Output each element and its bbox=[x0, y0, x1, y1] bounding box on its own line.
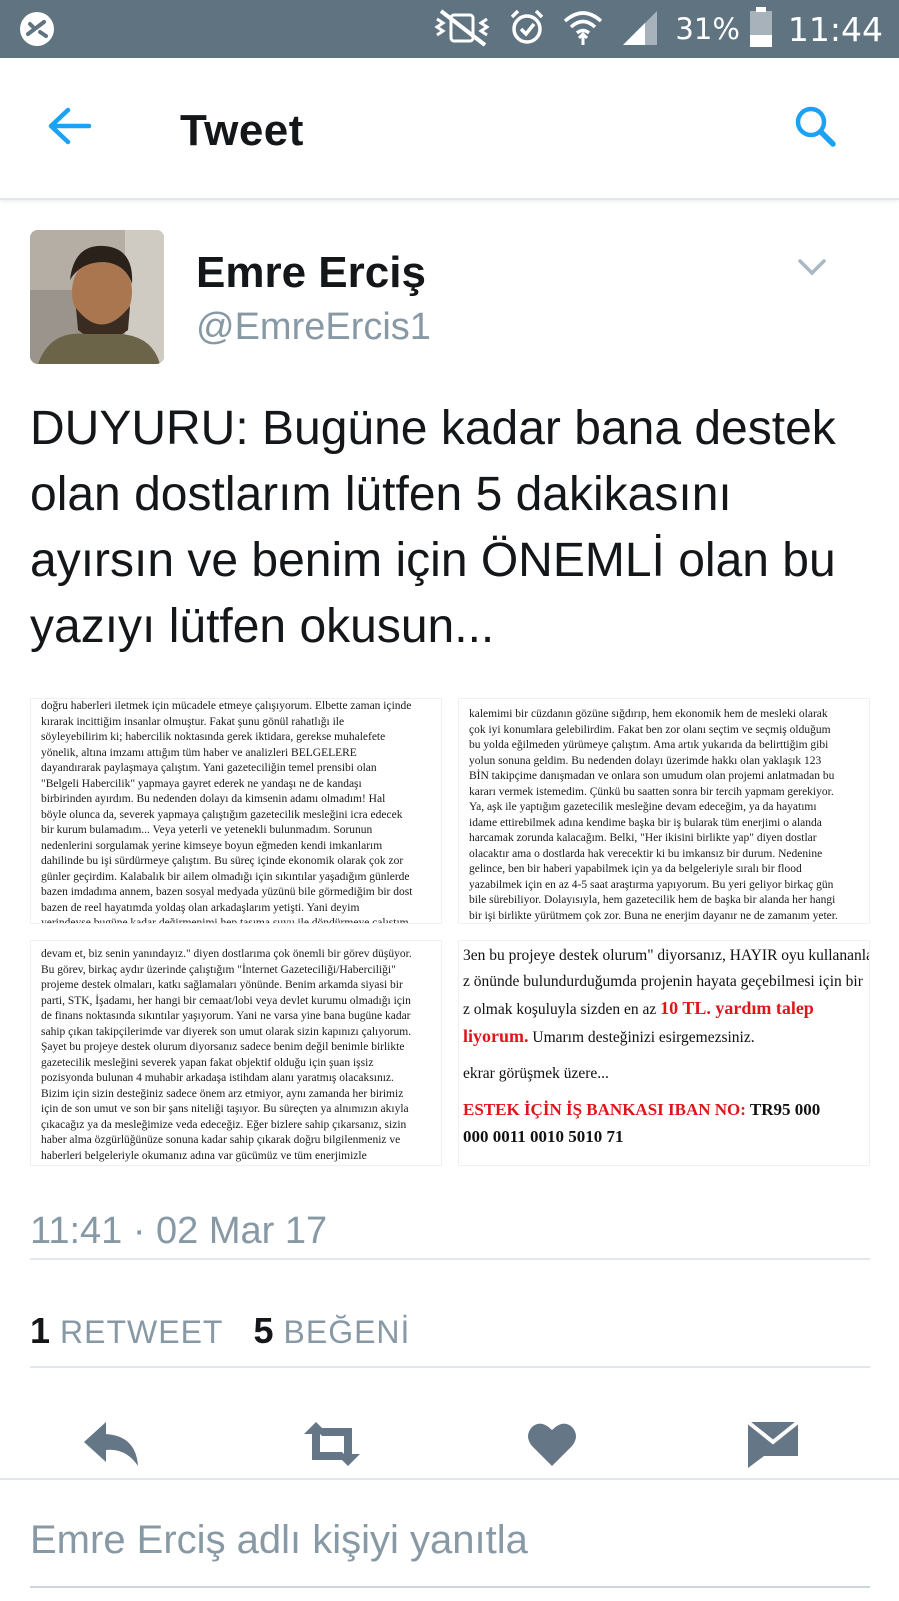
chevron-down-icon[interactable] bbox=[797, 258, 827, 281]
image-text-line: idame ettirebilmek adına kendime başka b… bbox=[469, 816, 822, 829]
vibrate-mute-icon bbox=[433, 7, 493, 52]
image-text-line: yolun sonuna geldim. Bu nedenden dolayı … bbox=[469, 754, 822, 767]
image-text-line: böyle olunca da, severek yapmaya çalıştı… bbox=[41, 808, 403, 821]
image-text-line: 3en bu projeye destek olurum" diyorsanız… bbox=[463, 947, 870, 964]
image-text-line: çok iyi konumlara gelebilirdim. Fakat be… bbox=[469, 723, 831, 736]
image-text-line: harcamak zorunda kalacağım. Belki, "Her … bbox=[469, 832, 817, 844]
image-text-line: sahip çıkan takipçilerimde var diyerek s… bbox=[41, 1025, 412, 1038]
reply-input-underline bbox=[30, 1586, 870, 1588]
image-text-line: devam et, biz senin yanındayız." diyen d… bbox=[41, 948, 412, 960]
page-title: Tweet bbox=[180, 106, 304, 155]
image-text-line: yönelik, altına imzamı attığım tüm haber… bbox=[41, 746, 357, 759]
image-text-fragment: Umarım desteğinizi esirgemezsiniz. bbox=[528, 1029, 755, 1046]
image-text-line: z önünde bulundurduğumda projenin hayata… bbox=[463, 973, 863, 990]
tweet-text: DUYURU: Bugüne kadar bana destek olan do… bbox=[30, 402, 836, 653]
author-name[interactable]: Emre Erciş bbox=[196, 248, 426, 298]
author-handle[interactable]: @EmreErcis1 bbox=[196, 306, 431, 349]
search-icon[interactable] bbox=[793, 104, 837, 153]
image-text-line: yerindeyse bugüne kadar değirmenimi hep … bbox=[41, 917, 412, 924]
heart-icon[interactable] bbox=[526, 1420, 578, 1473]
image-text-line: Bu görev, birkaç aydır üzerinde çalıştığ… bbox=[41, 963, 396, 976]
image-text-line: z olmak koşuluyla sizden en az 10 TL. ya… bbox=[459, 995, 869, 1023]
retweet-count: 1 bbox=[30, 1310, 51, 1351]
image-text-line: 000 0011 0010 5010 71 bbox=[463, 1127, 624, 1146]
like-label: BEĞENİ bbox=[283, 1314, 411, 1350]
image-text-line: için de son umut ve son bir şans niteliğ… bbox=[41, 1103, 409, 1115]
image-text-line: bir kurum bulamadım... Veya yeterli ve y… bbox=[41, 824, 373, 836]
reply-bar: Emre Erciş adlı kişiyi yanıtla bbox=[0, 1478, 899, 1601]
image-text-line: dahilinde bu işi sürdürmeye çalıştım. Bu… bbox=[41, 855, 404, 867]
image-text-highlight: ESTEK İÇİN İŞ BANKASI IBAN NO: bbox=[463, 1100, 746, 1119]
media-grid: doğru haberleri iletmek için mücadele et… bbox=[30, 698, 870, 1166]
tweet-image-2[interactable]: kalemimi bir cüzdanın gözüne sığdırıp, h… bbox=[458, 698, 870, 924]
reply-input[interactable]: Emre Erciş adlı kişiyi yanıtla bbox=[30, 1518, 528, 1563]
battery-icon bbox=[748, 6, 774, 53]
image-text-line: gazetecilik mesleğini severek yapan faka… bbox=[41, 1056, 374, 1069]
avatar[interactable] bbox=[30, 230, 164, 364]
tweet-timestamp: 11:41 · 02 Mar 17 bbox=[30, 1210, 328, 1252]
image-text-line: çıkacağız ya da mesleğimize veda edeceği… bbox=[41, 1118, 407, 1131]
image-text-line: BİN takipçime danışmadan ve onlara son u… bbox=[469, 770, 835, 782]
image-text-line: olacaktır ama o dostlarda hak verecektir… bbox=[469, 847, 823, 860]
notification-icon bbox=[18, 10, 56, 53]
status-bar: 31% 11:44 bbox=[0, 0, 899, 58]
image-text-line: liyorum. Umarım desteğinizi esirgemezsin… bbox=[459, 1023, 869, 1051]
back-arrow-icon[interactable] bbox=[46, 106, 92, 151]
image-text-line: bir işi birlikte yürütmem çok zor. Buna … bbox=[469, 909, 838, 922]
image-text-line: ekrar görüşmek üzere... bbox=[463, 1065, 609, 1082]
divider bbox=[30, 1366, 870, 1368]
engagement-stats: 1 RETWEET 5 BEĞENİ bbox=[30, 1310, 410, 1352]
message-icon[interactable] bbox=[746, 1420, 800, 1473]
image-text-line: Bizim için sizin desteğiniz sadece önem … bbox=[41, 1087, 404, 1100]
image-text-line: haber alma özgürlüğünüze sonuna kadar sa… bbox=[41, 1134, 401, 1146]
divider bbox=[30, 1258, 870, 1260]
image-text-line: bazen de reel hayatımda yoldaş olan arka… bbox=[41, 901, 360, 914]
image-text-line: günler geçirdim. Kalabalık bir ailem olm… bbox=[41, 870, 410, 883]
app-bar: Tweet bbox=[0, 58, 899, 200]
tweet-actions bbox=[0, 1420, 899, 1480]
image-text-line: haberleri belgeleriyle okumanız adına va… bbox=[41, 1149, 367, 1162]
like-count: 5 bbox=[253, 1310, 274, 1351]
wifi-icon bbox=[561, 7, 605, 52]
image-text-line: pozisyonda bulunan 4 muhabir arkadaşa is… bbox=[41, 1072, 394, 1084]
image-text-line: projeme destek olmaları, katkı sağlamala… bbox=[41, 979, 403, 991]
image-text-line: bile sürebiliyor. Dolayısıyla, hem gazet… bbox=[469, 894, 836, 906]
image-text-line: doğru haberleri iletmek için mücadele et… bbox=[41, 700, 412, 712]
image-text-line: bu yolda eğilmeden yürümeye çalıştım. Am… bbox=[469, 739, 829, 751]
image-text-line: de finans noktasında sıkıntılar yaşıyoru… bbox=[41, 1010, 411, 1022]
image-text-line: kırarak incittiğim insanlar olmuştur. Fa… bbox=[41, 715, 345, 728]
image-text-fragment: TR95 000 bbox=[745, 1100, 821, 1119]
image-text-line: bazen imdadıma annem, bazen sosyal medya… bbox=[41, 886, 413, 898]
signal-icon bbox=[619, 7, 661, 52]
image-text-line: birbirinden ayırdım. Bu nedenden dolayı … bbox=[41, 793, 386, 805]
image-text-fragment: z olmak koşuluyla sizden en az bbox=[463, 1001, 661, 1018]
tweet-image-3[interactable]: devam et, biz senin yanındayız." diyen d… bbox=[30, 940, 442, 1166]
image-text-line: gelince, ben bir haberi yapabilmek için … bbox=[469, 863, 802, 875]
image-text-line: parti, STK, İşadamı, her hangi bir cemaa… bbox=[41, 994, 411, 1007]
image-text-line: yazabilmek için en az 4-5 saat araştırma… bbox=[469, 878, 834, 891]
image-text-line: söyleyebilirim ki; habercilik noktasında… bbox=[41, 731, 386, 743]
clock: 11:44 bbox=[787, 9, 883, 49]
image-text-highlight: liyorum. bbox=[463, 1026, 529, 1046]
tweet-image-4[interactable]: 3en bu projeye destek olurum" diyorsanız… bbox=[458, 940, 870, 1166]
image-text-line: Ya, aşk ile yaptığım gazetecilik mesleği… bbox=[469, 801, 817, 813]
retweet-stat[interactable]: 1 RETWEET bbox=[30, 1310, 223, 1352]
retweet-icon[interactable] bbox=[298, 1420, 366, 1473]
image-text-line: dayandırarak paylaşmaya çalıştım. Yani g… bbox=[41, 762, 377, 774]
image-text-highlight: 10 TL. yardım talep bbox=[660, 998, 814, 1018]
tweet-image-1[interactable]: doğru haberleri iletmek için mücadele et… bbox=[30, 698, 442, 924]
image-text-line: nedenlerini sorgulamak yerine kimseye bo… bbox=[41, 839, 383, 852]
alarm-icon bbox=[507, 7, 547, 52]
image-text-line: Şayet bu projeye destek olurum diyorsanı… bbox=[41, 1041, 405, 1053]
image-text-line: "Belgeli Habercilik" yapmaya gayret eder… bbox=[41, 777, 362, 790]
image-text-line: ESTEK İÇİN İŞ BANKASI IBAN NO: TR95 000 bbox=[459, 1097, 869, 1124]
image-text-line: kalemimi bir cüzdanın gözüne sığdırıp, h… bbox=[469, 708, 828, 720]
image-text-line: kararı vermek istemedim. Çünkü bu saatte… bbox=[469, 785, 834, 798]
retweet-label: RETWEET bbox=[60, 1314, 224, 1350]
reply-icon[interactable] bbox=[82, 1420, 140, 1473]
like-stat[interactable]: 5 BEĞENİ bbox=[253, 1310, 410, 1352]
battery-percent: 31% bbox=[675, 12, 740, 46]
